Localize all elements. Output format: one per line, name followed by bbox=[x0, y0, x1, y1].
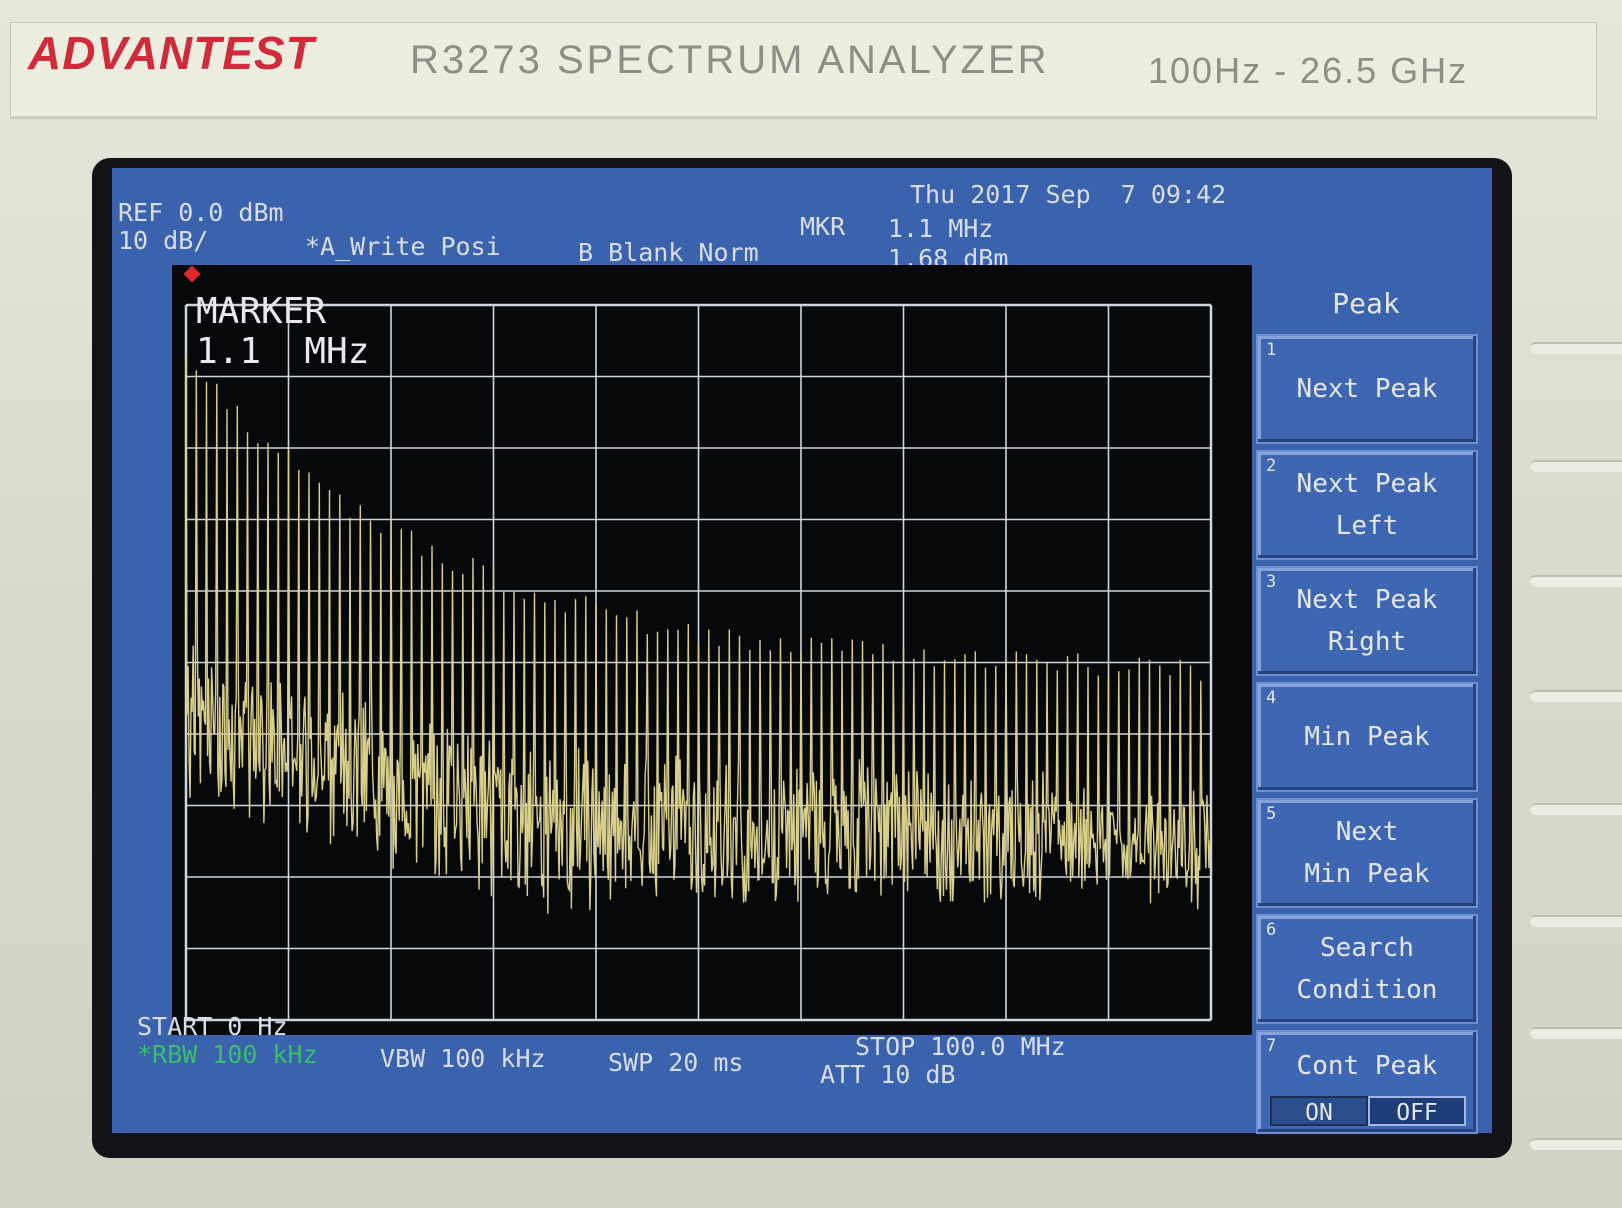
toggle-on[interactable]: ON bbox=[1270, 1096, 1368, 1126]
softkey-label: Cont Peak bbox=[1296, 1051, 1438, 1081]
plot-marker-title: MARKER bbox=[196, 291, 327, 332]
hardkey-mark[interactable] bbox=[1530, 803, 1622, 815]
softkey-label: Min Peak bbox=[1304, 722, 1430, 752]
hardkey-mark[interactable] bbox=[1530, 915, 1622, 927]
softkey-next-min-peak[interactable]: 5 Next Min Peak bbox=[1256, 798, 1478, 908]
hardkey-mark[interactable] bbox=[1530, 1027, 1622, 1039]
scale-div: 10 dB/ bbox=[118, 226, 209, 255]
softkey-label: Next Peak bbox=[1296, 374, 1438, 404]
frequency-range: 100Hz - 26.5 GHz bbox=[1148, 50, 1469, 91]
softkey-next-peak-right[interactable]: 3 Next Peak Right bbox=[1256, 566, 1478, 676]
sweep-time: SWP 20 ms bbox=[608, 1048, 744, 1077]
softkey-label: Next Peak Right bbox=[1296, 585, 1438, 657]
stop-frequency: STOP 100.0 MHz bbox=[855, 1032, 1066, 1061]
attenuation: ATT 10 dB bbox=[820, 1060, 956, 1089]
plot-marker-value: 1.1 MHz bbox=[196, 331, 370, 372]
hardkey-mark[interactable] bbox=[1530, 342, 1622, 354]
softkey-label: Next Min Peak bbox=[1304, 817, 1430, 889]
spectrum-plot[interactable] bbox=[172, 265, 1252, 1035]
spectrum-svg bbox=[184, 303, 1213, 1022]
softkey-label: Search Condition bbox=[1296, 933, 1438, 1005]
ref-level: REF 0.0 dBm bbox=[118, 198, 284, 227]
softkey-label: Next Peak Left bbox=[1296, 469, 1438, 541]
hardkey-mark[interactable] bbox=[1530, 1138, 1622, 1150]
softkey-number: 1 bbox=[1266, 340, 1277, 360]
hardkey-mark[interactable] bbox=[1530, 690, 1622, 702]
softkey-cont-peak[interactable]: 7 Cont Peak ON OFF bbox=[1256, 1030, 1478, 1134]
softkey-next-peak-left[interactable]: 2 Next Peak Left bbox=[1256, 450, 1478, 560]
softkey-search-condition[interactable]: 6 Search Condition bbox=[1256, 914, 1478, 1024]
rbw-setting: *RBW 100 kHz bbox=[137, 1040, 318, 1069]
model-name: R3273 SPECTRUM ANALYZER bbox=[410, 38, 1050, 82]
start-frequency: START 0 Hz bbox=[137, 1012, 288, 1041]
marker-label: MKR bbox=[800, 212, 846, 241]
datetime: Thu 2017 Sep 7 09:42 bbox=[910, 180, 1227, 209]
softkey-min-peak[interactable]: 4 Min Peak bbox=[1256, 682, 1478, 792]
softkey-number: 4 bbox=[1266, 688, 1277, 708]
cont-peak-toggle[interactable]: ON OFF bbox=[1270, 1096, 1466, 1126]
softkey-menu-title: Peak bbox=[1332, 287, 1400, 320]
hardkey-mark[interactable] bbox=[1530, 575, 1622, 587]
vbw-setting: VBW 100 kHz bbox=[380, 1044, 546, 1073]
brand-logo: ADVANTEST bbox=[28, 27, 315, 79]
softkey-panel: Peak 1 Next Peak 2 Next Peak Left 3 Next… bbox=[1256, 282, 1478, 1134]
trace-a-mode: *A_Write Posi bbox=[305, 232, 501, 261]
marker-frequency: 1.1 MHz bbox=[888, 214, 994, 243]
softkey-next-peak[interactable]: 1 Next Peak bbox=[1256, 334, 1478, 444]
hardkey-mark[interactable] bbox=[1530, 460, 1622, 472]
trace-b-mode: B_Blank Norm bbox=[578, 238, 759, 267]
toggle-off[interactable]: OFF bbox=[1368, 1096, 1466, 1126]
